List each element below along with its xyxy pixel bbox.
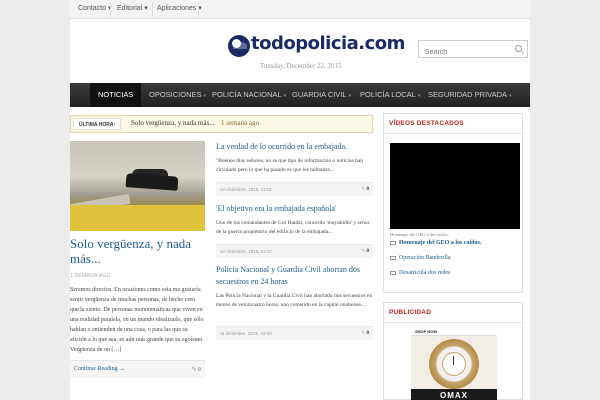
article-excerpt: Uno de los comandantes de Gul Haidar, co…	[216, 220, 370, 235]
comment-icon: ✎	[361, 249, 366, 254]
divider	[198, 2, 199, 17]
comment-number: 0	[366, 187, 370, 192]
divider	[152, 2, 153, 17]
article-item: La verdad de lo ocurrido en la embajada.…	[216, 141, 373, 175]
main-nav: NOTICIAS OPOSICIONES ▾ POLICÍA NACIONAL ▾ …	[70, 83, 530, 107]
search-box	[418, 40, 528, 61]
video-caption: Homenaje del GEO a los caídos.	[390, 232, 449, 237]
comment-icon: ✎	[191, 367, 197, 373]
article-meta: 11 diciembre, 2015, 18:08 ✎ 0	[216, 326, 373, 340]
article-date: 12 diciembre, 2015, 12:51	[220, 187, 273, 192]
video-link[interactable]: Homenaje del GEO a los caídos.	[390, 240, 481, 246]
comment-number: 0	[198, 367, 201, 373]
videos-title: VÍDEOS DESTACADOS	[384, 114, 522, 134]
topbar-item-editorial[interactable]: Editorial ▾	[117, 4, 148, 12]
logo-text: todopolicia.com	[251, 33, 405, 54]
videos-widget: VÍDEOS DESTACADOS Homenaje del GEO a los…	[383, 113, 523, 293]
nav-item-policia-nacional[interactable]: POLICÍA NACIONAL ▾	[204, 83, 294, 107]
ticker-time: 1 semana ago	[221, 119, 260, 127]
comment-icon: ✎	[361, 331, 366, 336]
nav-item-policia-local[interactable]: POLICÍA LOCAL ▾	[352, 83, 428, 107]
article-title[interactable]: Policía Nacional y Guardia Civil abortan…	[216, 264, 373, 288]
logo-emblem-icon	[228, 35, 250, 57]
featured-footer: Continue Reading → ✎ 0	[70, 360, 205, 378]
article-item: 'El objetivo era la embajada española' U…	[216, 203, 373, 237]
video-link-label: Operación Banderilla	[399, 255, 451, 261]
nav-label: POLICÍA NACIONAL	[212, 90, 282, 99]
search-input[interactable]	[419, 44, 507, 61]
topbar-item-contacto[interactable]: Contacto ▾	[78, 4, 111, 12]
video-camera-icon	[390, 240, 396, 245]
article-meta: 12 diciembre, 2015, 12:51 ✎ 0	[216, 182, 373, 196]
featured-time: 1 SEMANA AGO	[70, 273, 111, 279]
page: Contacto ▾ Editorial ▾ Aplicaciones ▾ to…	[70, 0, 530, 400]
ticker-headline[interactable]: Solo vergüenza, y nada más...	[131, 119, 214, 127]
watch-face	[442, 352, 466, 376]
chevron-down-icon: ▾	[509, 93, 512, 99]
comment-number: 0	[366, 331, 370, 336]
header-date: Tuesday, December 22, 2015	[260, 62, 342, 70]
comment-count[interactable]: ✎ 0	[361, 186, 369, 192]
nav-label: POLICÍA LOCAL	[360, 90, 416, 99]
video-camera-icon	[390, 255, 396, 260]
breaking-news-ticker: ÚLTIMA HORA: Solo vergüenza, y nada más.…	[70, 115, 373, 133]
search-icon[interactable]	[515, 45, 522, 52]
watch-hand	[453, 356, 454, 365]
featured-title[interactable]: Solo vergüenza, y nada más...	[70, 236, 205, 266]
video-link[interactable]: Desarticula dos redes	[390, 270, 450, 276]
nav-label: NOTICIAS	[98, 90, 134, 99]
video-camera-icon	[390, 270, 396, 275]
nav-item-noticias[interactable]: NOTICIAS	[90, 83, 142, 107]
article-title[interactable]: 'El objetivo era la embajada española'	[216, 203, 373, 215]
article-title[interactable]: La verdad de lo ocurrido en la embajada.	[216, 141, 373, 153]
ad-title: PUBLICIDAD	[384, 303, 522, 323]
divider	[110, 2, 111, 17]
ad-brand: OMAX	[411, 389, 497, 400]
video-link-label: Desarticula dos redes	[399, 270, 451, 276]
featured-image[interactable]	[70, 141, 205, 231]
ad-widget: PUBLICIDAD SHOP NOW OMAX	[383, 302, 523, 400]
comment-count[interactable]: ✎ 0	[361, 248, 369, 254]
nav-label: SEGURIDAD PRIVADA	[428, 90, 508, 99]
article-item: Policía Nacional y Guardia Civil abortan…	[216, 264, 373, 310]
comment-number: 0	[366, 249, 370, 254]
top-bar: Contacto ▾ Editorial ▾ Aplicaciones ▾	[70, 0, 530, 19]
featured-excerpt: Seremos directos. En ocasiones como esta…	[70, 287, 204, 353]
chevron-down-icon: ▾	[348, 93, 352, 99]
comment-count[interactable]: ✎ 0	[191, 366, 201, 373]
article-date: 12 diciembre, 2015, 12:47	[220, 249, 273, 254]
ad-top-label: SHOP NOW	[411, 327, 497, 336]
video-link[interactable]: Operación Banderilla	[390, 255, 450, 261]
nav-label: GUARDIA CIVIL	[292, 90, 347, 99]
article-excerpt: Las Policía Nacional y la Guardia Civil …	[216, 293, 373, 308]
nav-label: OPOSICIONES	[149, 90, 202, 99]
continue-reading-link[interactable]: Continue Reading →	[74, 366, 125, 372]
ad-banner[interactable]: SHOP NOW OMAX	[411, 327, 497, 400]
nav-item-seguridad-privada[interactable]: SEGURIDAD PRIVADA ▾	[420, 83, 520, 107]
ticker-label: ÚLTIMA HORA:	[73, 118, 122, 130]
comment-count[interactable]: ✎ 0	[361, 330, 369, 336]
article-meta: 12 diciembre, 2015, 12:47 ✎ 0	[216, 244, 373, 258]
topbar-item-aplicaciones[interactable]: Aplicaciones ▾	[157, 4, 202, 12]
article-date: 11 diciembre, 2015, 18:08	[220, 331, 272, 336]
nav-item-guardia-civil[interactable]: GUARDIA CIVIL ▾	[284, 83, 359, 107]
video-link-label: Homenaje del GEO a los caídos.	[399, 240, 482, 246]
video-player[interactable]	[390, 143, 520, 229]
comment-icon: ✎	[361, 187, 366, 192]
article-excerpt: "Buenos días señores, no se que tipo de …	[216, 158, 364, 173]
